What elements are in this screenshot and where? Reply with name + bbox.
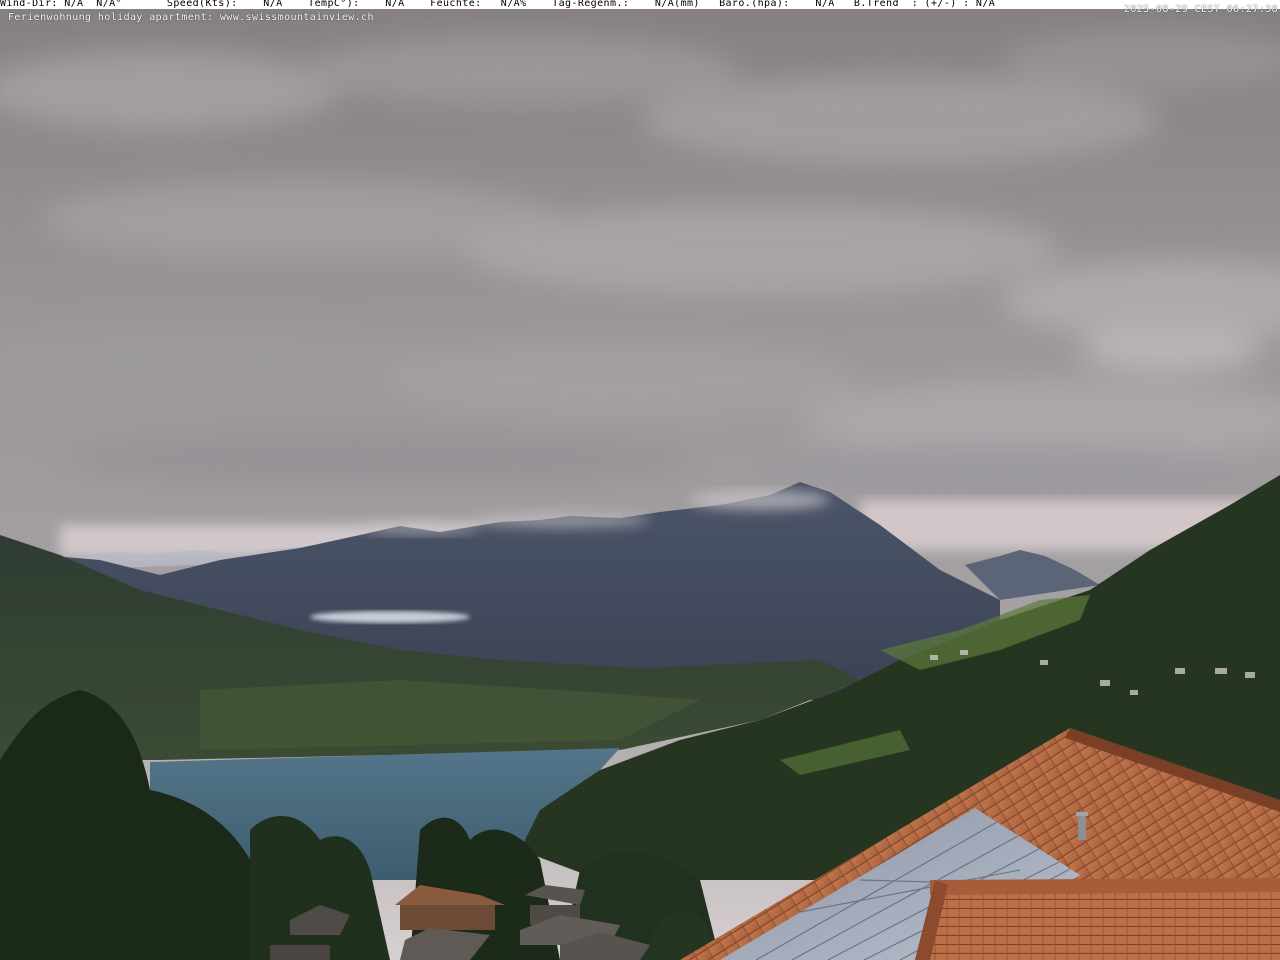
capture-timestamp: 2025-08-29 CEST 06:27:38 — [1123, 4, 1278, 15]
webcam-image: Wind-Dir: N/A N/A° Speed(Kts): N/A TempC… — [0, 0, 1280, 960]
valley-fog — [310, 611, 470, 623]
chimney — [1078, 815, 1086, 840]
mountain-lake-landscape — [0, 0, 1280, 960]
weather-readout: Wind-Dir: N/A N/A° Speed(Kts): N/A TempC… — [0, 0, 996, 9]
webcam-caption: Ferienwohnung holiday apartment: www.swi… — [8, 12, 374, 23]
